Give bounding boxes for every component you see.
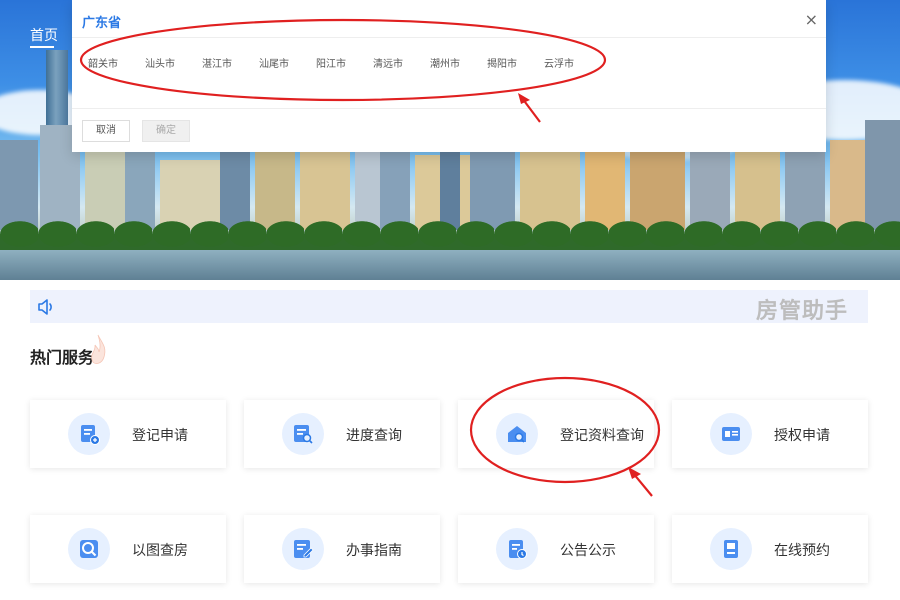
section-title: 热门服务	[30, 348, 95, 367]
service-card-announcement[interactable]: 公告公示	[458, 515, 654, 583]
id-card-icon	[710, 413, 752, 455]
province-title[interactable]: 广东省	[82, 12, 121, 31]
apply-doc-icon	[68, 413, 110, 455]
cancel-button[interactable]: 取消	[82, 120, 130, 142]
service-card-apply[interactable]: 登记申请	[30, 400, 226, 468]
assistant-label[interactable]: 房管助手	[756, 293, 848, 325]
city-option[interactable]: 阳江市	[316, 55, 373, 70]
city-option[interactable]: 清远市	[373, 55, 430, 70]
guide-doc-icon	[282, 528, 324, 570]
city-option[interactable]: 韶关市	[88, 55, 145, 70]
divider	[72, 37, 826, 38]
service-card-image-search[interactable]: 以图查房	[30, 515, 226, 583]
close-icon[interactable]: ×	[805, 10, 818, 29]
annotation-arrow	[628, 467, 653, 497]
service-card-registration-query[interactable]: 登记资料查询	[458, 400, 654, 468]
trees	[0, 208, 900, 248]
city-option[interactable]: 云浮市	[544, 55, 601, 70]
service-label: 进度查询	[346, 428, 402, 444]
service-label: 在线预约	[774, 543, 830, 559]
image-search-icon	[68, 528, 110, 570]
service-label: 授权申请	[774, 428, 830, 444]
city-option[interactable]: 汕头市	[145, 55, 202, 70]
river	[0, 250, 900, 280]
house-search-icon	[496, 413, 538, 455]
city-option[interactable]: 揭阳市	[487, 55, 544, 70]
service-label: 以图查房	[132, 543, 188, 559]
service-label: 公告公示	[560, 543, 616, 559]
nav-home[interactable]: 首页	[30, 25, 58, 45]
service-card-progress[interactable]: 进度查询	[244, 400, 440, 468]
flame-icon	[91, 334, 106, 364]
appointment-icon	[710, 528, 752, 570]
notice-bar: 房管助手	[30, 290, 868, 325]
nav-active-indicator	[30, 46, 54, 48]
service-card-appointment[interactable]: 在线预约	[672, 515, 868, 583]
confirm-button[interactable]: 确定	[142, 120, 190, 142]
city-picker-dialog: 广东省 × 韶关市 汕头市 湛江市 汕尾市 阳江市 清远市 潮州市 揭阳市 云浮…	[72, 0, 826, 152]
city-option[interactable]: 湛江市	[202, 55, 259, 70]
city-option[interactable]: 潮州市	[430, 55, 487, 70]
service-label: 办事指南	[346, 543, 402, 559]
service-card-guide[interactable]: 办事指南	[244, 515, 440, 583]
city-list: 韶关市 汕头市 湛江市 汕尾市 阳江市 清远市 潮州市 揭阳市 云浮市	[88, 55, 601, 70]
notice-doc-icon	[496, 528, 538, 570]
service-card-authorization[interactable]: 授权申请	[672, 400, 868, 468]
service-label: 登记资料查询	[560, 428, 644, 444]
service-label: 登记申请	[132, 428, 188, 444]
city-option[interactable]: 汕尾市	[259, 55, 316, 70]
divider	[72, 108, 826, 109]
speaker-icon	[38, 299, 52, 315]
progress-search-icon	[282, 413, 324, 455]
